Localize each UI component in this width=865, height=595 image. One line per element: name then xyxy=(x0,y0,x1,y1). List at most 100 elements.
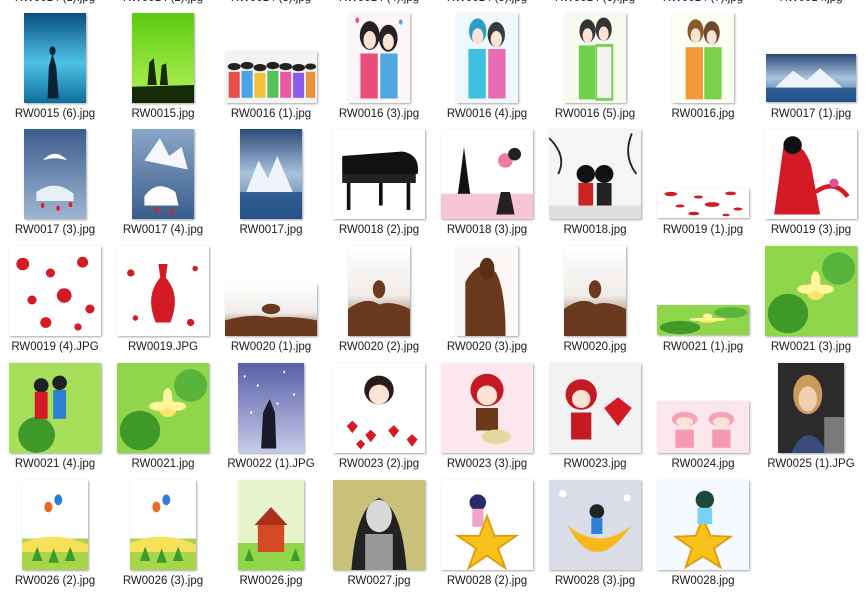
image-thumbnail[interactable] xyxy=(117,363,209,453)
file-item[interactable]: RW0023.jpg xyxy=(541,361,649,478)
file-item[interactable]: RW0026 (2).jpg xyxy=(1,478,109,595)
image-thumbnail[interactable] xyxy=(333,129,425,219)
image-thumbnail[interactable] xyxy=(549,129,641,219)
image-thumbnail[interactable] xyxy=(132,129,194,219)
file-item[interactable]: RW0018 (2).jpg xyxy=(325,127,433,244)
image-thumbnail[interactable] xyxy=(657,188,749,218)
file-item[interactable]: RW0018 (3).jpg xyxy=(433,127,541,244)
file-item[interactable]: RW0020 (3).jpg xyxy=(433,244,541,361)
file-name-label[interactable]: RW0017 (3).jpg xyxy=(1,224,109,236)
image-thumbnail[interactable] xyxy=(765,246,857,336)
file-item[interactable]: RW0023 (3).jpg xyxy=(433,361,541,478)
file-name-label[interactable]: RW0017 (4).jpg xyxy=(109,224,217,236)
file-item[interactable]: RW0028 (3).jpg xyxy=(541,478,649,595)
file-name-label[interactable]: RW0026 (3).jpg xyxy=(109,575,217,587)
image-thumbnail[interactable] xyxy=(778,363,844,453)
file-name-label[interactable]: RW0016 (1).jpg xyxy=(217,108,325,120)
partial-file-label[interactable]: RW0014 (6).jpg xyxy=(549,0,641,4)
file-name-label[interactable]: RW0021.jpg xyxy=(109,458,217,470)
file-name-label[interactable]: RW0020 (2).jpg xyxy=(325,341,433,353)
image-thumbnail[interactable] xyxy=(9,246,101,336)
file-name-label[interactable]: RW0021 (1).jpg xyxy=(649,341,757,353)
file-item[interactable]: RW0019 (3).jpg xyxy=(757,127,865,244)
file-name-label[interactable]: RW0019 (3).jpg xyxy=(757,224,865,236)
partial-file-label[interactable]: RW0014 (4).jpg xyxy=(333,0,425,4)
file-name-label[interactable]: RW0028 (2).jpg xyxy=(433,575,541,587)
file-item[interactable]: RW0016 (4).jpg xyxy=(433,11,541,128)
image-thumbnail[interactable] xyxy=(24,13,86,103)
file-item[interactable]: RW0021.jpg xyxy=(109,361,217,478)
file-name-label[interactable]: RW0028.jpg xyxy=(649,575,757,587)
file-item[interactable]: RW0016 (3).jpg xyxy=(325,11,433,128)
file-item[interactable]: RW0016.jpg xyxy=(649,11,757,128)
file-name-label[interactable]: RW0015.jpg xyxy=(109,108,217,120)
image-thumbnail[interactable] xyxy=(564,13,626,103)
file-name-label[interactable]: RW0023 (3).jpg xyxy=(433,458,541,470)
file-name-label[interactable]: RW0027.jpg xyxy=(325,575,433,587)
image-thumbnail[interactable] xyxy=(225,284,317,336)
image-thumbnail[interactable] xyxy=(765,129,857,219)
image-thumbnail[interactable] xyxy=(130,480,196,570)
file-item[interactable]: RW0020 (1).jpg xyxy=(217,244,325,361)
file-name-label[interactable]: RW0022 (1).JPG xyxy=(217,458,325,470)
partial-file-label[interactable]: RW0014 (1).jpg xyxy=(9,0,101,4)
file-name-label[interactable]: RW0020 (3).jpg xyxy=(433,341,541,353)
image-thumbnail[interactable] xyxy=(441,363,533,453)
partial-file-label[interactable]: RW0014 (2).jpg xyxy=(117,0,209,4)
image-thumbnail[interactable] xyxy=(441,129,533,219)
file-item[interactable]: RW0021 (3).jpg xyxy=(757,244,865,361)
file-item[interactable]: RW0027.jpg xyxy=(325,478,433,595)
file-name-label[interactable]: RW0019 (1).jpg xyxy=(649,224,757,236)
partial-file-label[interactable]: RW0014 (5).jpg xyxy=(441,0,533,4)
file-name-label[interactable]: RW0020.jpg xyxy=(541,341,649,353)
image-thumbnail[interactable] xyxy=(238,480,304,570)
image-thumbnail[interactable] xyxy=(240,129,302,219)
file-item[interactable]: RW0023 (2).jpg xyxy=(325,361,433,478)
file-item[interactable]: RW0028.jpg xyxy=(649,478,757,595)
file-item[interactable]: RW0017 (1).jpg xyxy=(757,11,865,128)
file-item[interactable]: RW0017 (3).jpg xyxy=(1,127,109,244)
image-thumbnail[interactable] xyxy=(441,480,533,570)
file-item[interactable]: RW0022 (1).JPG xyxy=(217,361,325,478)
file-name-label[interactable]: RW0016.jpg xyxy=(649,108,757,120)
file-name-label[interactable]: RW0021 (3).jpg xyxy=(757,341,865,353)
file-name-label[interactable]: RW0023 (2).jpg xyxy=(325,458,433,470)
file-item[interactable]: RW0025 (1).JPG xyxy=(757,361,865,478)
image-thumbnail[interactable] xyxy=(657,480,749,570)
image-thumbnail[interactable] xyxy=(348,13,410,103)
file-item[interactable]: RW0020.jpg xyxy=(541,244,649,361)
partial-file-label[interactable]: RW0014 (7).jpg xyxy=(657,0,749,4)
file-name-label[interactable]: RW0017.jpg xyxy=(217,224,325,236)
image-thumbnail[interactable] xyxy=(657,401,749,453)
image-thumbnail[interactable] xyxy=(672,13,734,103)
file-name-label[interactable]: RW0026 (2).jpg xyxy=(1,575,109,587)
image-thumbnail[interactable] xyxy=(22,480,88,570)
file-name-label[interactable]: RW0018 (2).jpg xyxy=(325,224,433,236)
file-item[interactable]: RW0021 (1).jpg xyxy=(649,244,757,361)
image-thumbnail[interactable] xyxy=(9,363,101,453)
image-thumbnail[interactable] xyxy=(132,13,194,103)
file-item[interactable]: RW0024.jpg xyxy=(649,361,757,478)
file-item[interactable]: RW0026.jpg xyxy=(217,478,325,595)
file-item[interactable]: RW0017 (4).jpg xyxy=(109,127,217,244)
file-item[interactable]: RW0015 (6).jpg xyxy=(1,11,109,128)
image-thumbnail[interactable] xyxy=(456,246,518,336)
file-name-label[interactable]: RW0025 (1).JPG xyxy=(757,458,865,470)
image-thumbnail[interactable] xyxy=(225,51,317,103)
file-name-label[interactable]: RW0017 (1).jpg xyxy=(757,108,865,120)
image-thumbnail[interactable] xyxy=(549,480,641,570)
image-thumbnail[interactable] xyxy=(657,305,749,335)
file-name-label[interactable]: RW0015 (6).jpg xyxy=(1,108,109,120)
file-name-label[interactable]: RW0021 (4).jpg xyxy=(1,458,109,470)
file-item[interactable]: RW0015.jpg xyxy=(109,11,217,128)
image-thumbnail[interactable] xyxy=(348,246,410,336)
file-name-label[interactable]: RW0018.jpg xyxy=(541,224,649,236)
file-name-label[interactable]: RW0019 (4).JPG xyxy=(1,341,109,353)
file-name-label[interactable]: RW0023.jpg xyxy=(541,458,649,470)
image-thumbnail[interactable] xyxy=(333,480,425,570)
image-thumbnail[interactable] xyxy=(549,363,641,453)
file-name-label[interactable]: RW0016 (5).jpg xyxy=(541,108,649,120)
file-name-label[interactable]: RW0020 (1).jpg xyxy=(217,341,325,353)
partial-file-label[interactable]: RW0014 (3).jpg xyxy=(225,0,317,4)
file-name-label[interactable]: RW0016 (4).jpg xyxy=(433,108,541,120)
